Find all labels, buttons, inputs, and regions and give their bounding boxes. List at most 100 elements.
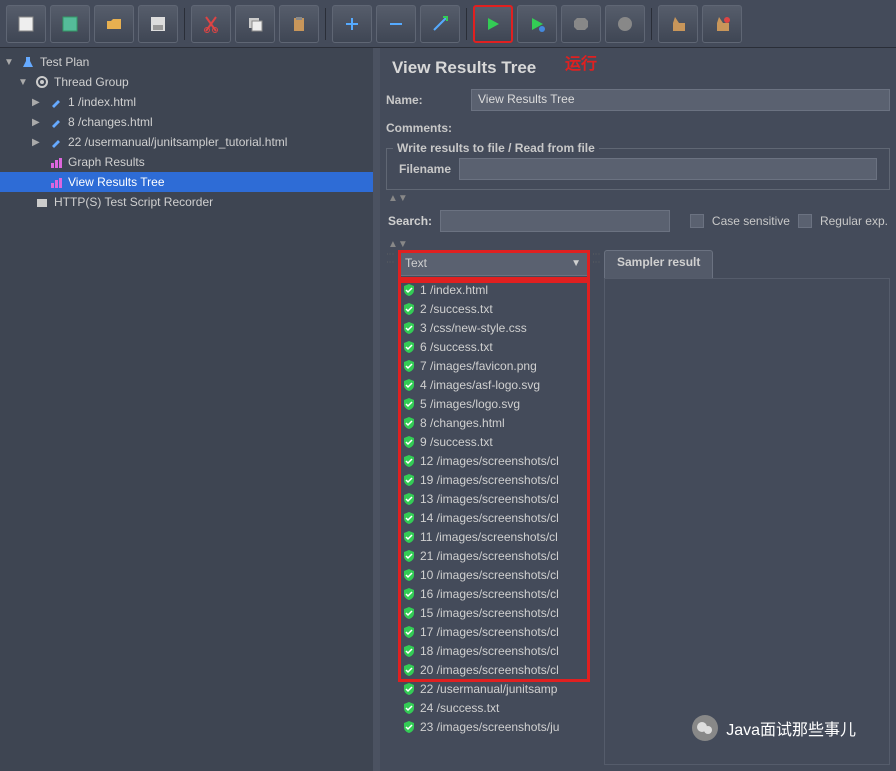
toggle-button[interactable] <box>420 5 460 43</box>
tree-root[interactable]: ▼ Test Plan <box>0 52 373 72</box>
pipette-icon <box>48 114 64 130</box>
result-row[interactable]: 21 /images/screenshots/cl <box>398 546 588 565</box>
new-button[interactable] <box>6 5 46 43</box>
result-row[interactable]: 3 /css/new-style.css <box>398 318 588 337</box>
fieldset-legend: Write results to file / Read from file <box>393 141 599 155</box>
clear-all-button[interactable] <box>702 5 742 43</box>
result-row[interactable]: 7 /images/favicon.png <box>398 356 588 375</box>
comments-label: Comments: <box>386 121 471 135</box>
tree-item-http[interactable]: ▶ 1 /index.html <box>0 92 373 112</box>
result-row[interactable]: 11 /images/screenshots/cl <box>398 527 588 546</box>
success-shield-icon <box>402 606 416 620</box>
tree-recorder[interactable]: HTTP(S) Test Script Recorder <box>0 192 373 212</box>
pipette-icon <box>48 134 64 150</box>
result-row[interactable]: 17 /images/screenshots/cl <box>398 622 588 641</box>
success-shield-icon <box>402 473 416 487</box>
result-row[interactable]: 12 /images/screenshots/cl <box>398 451 588 470</box>
paste-button[interactable] <box>279 5 319 43</box>
tree-item-http[interactable]: ▶ 8 /changes.html <box>0 112 373 132</box>
success-shield-icon <box>402 720 416 734</box>
chevron-down-icon: ▼ <box>571 258 581 269</box>
tree-item-graph[interactable]: Graph Results <box>0 152 373 172</box>
search-input[interactable] <box>440 210 670 232</box>
success-shield-icon <box>402 682 416 696</box>
filename-input[interactable] <box>459 158 877 180</box>
shutdown-button[interactable] <box>605 5 645 43</box>
result-row[interactable]: 24 /success.txt <box>398 698 588 717</box>
tree-item-results-tree[interactable]: View Results Tree <box>0 172 373 192</box>
run-annotation: 运行 <box>565 50 597 74</box>
templates-button[interactable] <box>50 5 90 43</box>
case-sensitive-label: Case sensitive <box>712 214 790 228</box>
result-row[interactable]: 18 /images/screenshots/cl <box>398 641 588 660</box>
run-button[interactable] <box>473 5 513 43</box>
success-shield-icon <box>402 549 416 563</box>
test-plan-tree[interactable]: ▼ Test Plan ▼ Thread Group ▶ 1 /index.ht… <box>0 48 380 771</box>
name-input[interactable]: View Results Tree <box>471 89 890 111</box>
file-fieldset: Write results to file / Read from file F… <box>386 148 890 190</box>
tree-item-http[interactable]: ▶ 22 /usermanual/junitsampler_tutorial.h… <box>0 132 373 152</box>
collapse-handle[interactable]: ▲▼ <box>380 238 896 250</box>
result-row[interactable]: 10 /images/screenshots/cl <box>398 565 588 584</box>
success-shield-icon <box>402 492 416 506</box>
toolbar <box>0 0 896 48</box>
collapse-button[interactable] <box>376 5 416 43</box>
gear-icon <box>34 74 50 90</box>
success-shield-icon <box>402 644 416 658</box>
result-row[interactable]: 6 /success.txt <box>398 337 588 356</box>
result-row[interactable]: 9 /success.txt <box>398 432 588 451</box>
search-label: Search: <box>388 214 432 228</box>
success-shield-icon <box>402 435 416 449</box>
open-button[interactable] <box>94 5 134 43</box>
result-row[interactable]: 1 /index.html <box>398 280 588 299</box>
success-shield-icon <box>402 663 416 677</box>
save-button[interactable] <box>138 5 178 43</box>
success-shield-icon <box>402 625 416 639</box>
success-shield-icon <box>402 397 416 411</box>
result-row[interactable]: 20 /images/screenshots/cl <box>398 660 588 679</box>
result-row[interactable]: 5 /images/logo.svg <box>398 394 588 413</box>
drag-handle[interactable]: ⋮⋮ <box>592 250 600 765</box>
name-label: Name: <box>386 93 471 107</box>
result-row[interactable]: 14 /images/screenshots/cl <box>398 508 588 527</box>
regex-label: Regular exp. <box>820 214 888 228</box>
success-shield-icon <box>402 454 416 468</box>
drag-handle[interactable]: ⋮⋮ <box>386 250 394 765</box>
result-row[interactable]: 13 /images/screenshots/cl <box>398 489 588 508</box>
panel-title: View Results Tree <box>380 48 896 86</box>
success-shield-icon <box>402 378 416 392</box>
right-panel: View Results Tree Name: View Results Tre… <box>380 48 896 771</box>
chart-icon <box>48 154 64 170</box>
clear-button[interactable] <box>658 5 698 43</box>
collapse-handle[interactable]: ▲▼ <box>380 192 896 204</box>
regex-checkbox[interactable] <box>798 214 812 228</box>
pipette-icon <box>48 94 64 110</box>
success-shield-icon <box>402 359 416 373</box>
cut-button[interactable] <box>191 5 231 43</box>
result-row[interactable]: 16 /images/screenshots/cl <box>398 584 588 603</box>
stop-button[interactable] <box>561 5 601 43</box>
tab-sampler-result[interactable]: Sampler result <box>604 250 713 278</box>
success-shield-icon <box>402 416 416 430</box>
renderer-combo[interactable]: Text ▼ <box>398 250 588 276</box>
result-row[interactable]: 4 /images/asf-logo.svg <box>398 375 588 394</box>
run-no-pause-button[interactable] <box>517 5 557 43</box>
success-shield-icon <box>402 568 416 582</box>
success-shield-icon <box>402 283 416 297</box>
result-row[interactable]: 23 /images/screenshots/ju <box>398 717 588 736</box>
result-row[interactable]: 15 /images/screenshots/cl <box>398 603 588 622</box>
result-detail-pane <box>604 278 890 765</box>
case-sensitive-checkbox[interactable] <box>690 214 704 228</box>
result-row[interactable]: 8 /changes.html <box>398 413 588 432</box>
success-shield-icon <box>402 701 416 715</box>
success-shield-icon <box>402 511 416 525</box>
success-shield-icon <box>402 340 416 354</box>
results-list[interactable]: 1 /index.html2 /success.txt3 /css/new-st… <box>398 280 588 765</box>
result-row[interactable]: 2 /success.txt <box>398 299 588 318</box>
flask-icon <box>20 54 36 70</box>
tree-thread-group[interactable]: ▼ Thread Group <box>0 72 373 92</box>
result-row[interactable]: 22 /usermanual/junitsamp <box>398 679 588 698</box>
expand-button[interactable] <box>332 5 372 43</box>
copy-button[interactable] <box>235 5 275 43</box>
result-row[interactable]: 19 /images/screenshots/cl <box>398 470 588 489</box>
